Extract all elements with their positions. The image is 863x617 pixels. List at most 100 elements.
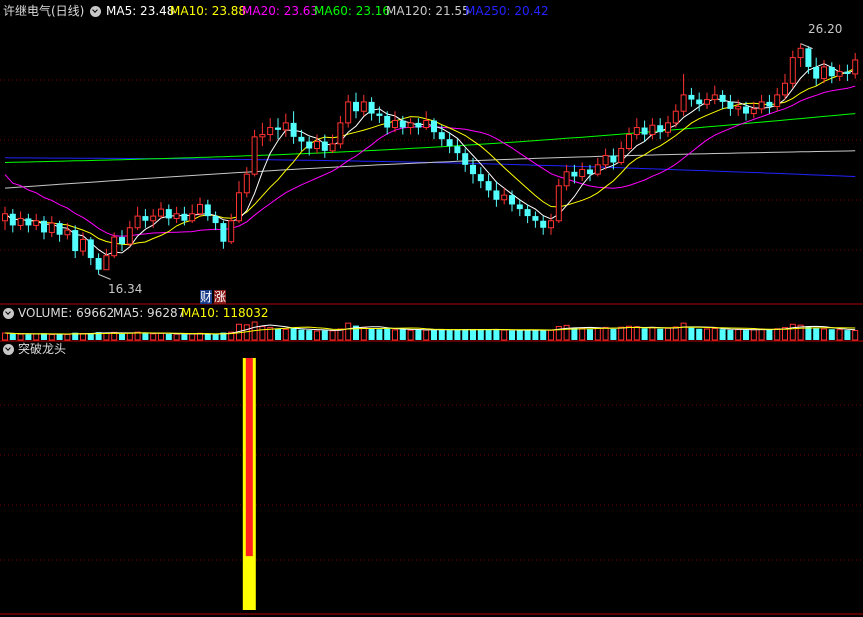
volume-bar	[56, 334, 63, 340]
candle-body	[275, 127, 281, 130]
candle	[399, 115, 406, 135]
volume-bar	[774, 328, 781, 341]
candle	[774, 87, 781, 112]
volume-bar	[392, 329, 398, 341]
volume-bar	[438, 329, 445, 340]
volume-bar	[142, 333, 149, 340]
candle-body	[189, 213, 196, 222]
volume-bar	[563, 324, 570, 341]
candle-body	[165, 209, 172, 219]
volume-bar	[150, 333, 157, 341]
candle-body	[774, 94, 781, 108]
candle	[579, 162, 586, 182]
candle	[446, 132, 453, 154]
candle-body	[665, 122, 671, 133]
candle	[789, 50, 796, 88]
candle-body	[423, 120, 430, 129]
candle	[821, 59, 827, 84]
candle-body	[509, 195, 515, 205]
candle-body	[579, 168, 586, 177]
volume-bar	[376, 329, 383, 340]
volume-bar	[282, 328, 289, 341]
candle	[134, 206, 141, 231]
candle-body	[431, 120, 437, 133]
candle	[532, 211, 539, 228]
candle	[87, 237, 94, 266]
chevron-down-icon[interactable]	[3, 308, 14, 319]
candle-body	[727, 101, 734, 109]
volume-bar	[579, 327, 586, 341]
candle	[165, 204, 172, 226]
candle	[212, 211, 219, 231]
candle-body	[563, 171, 570, 187]
finance-marker[interactable]: 财	[200, 290, 212, 304]
volume-bar	[766, 329, 773, 340]
candle	[657, 118, 664, 140]
volume-bar	[509, 330, 515, 340]
ma5-value: MA5: 23.48	[106, 4, 175, 18]
candle-body	[672, 110, 679, 124]
candle-body	[173, 213, 180, 219]
candle	[594, 157, 601, 177]
candle-body	[259, 134, 266, 138]
candle	[345, 94, 352, 128]
candle-body	[251, 136, 258, 175]
volume-bar	[493, 329, 500, 340]
volume-bar	[446, 330, 453, 340]
candle-body	[797, 47, 804, 59]
candle-body	[243, 173, 250, 194]
volume-bar	[64, 333, 71, 341]
candle	[415, 118, 422, 135]
volume-bar	[610, 328, 617, 340]
ma10-value: MA10: 23.88	[170, 4, 247, 18]
candle	[17, 211, 24, 231]
candle	[48, 216, 55, 238]
candle	[275, 118, 281, 140]
candle	[368, 97, 375, 121]
indicator-title: 突破龙头	[18, 342, 67, 356]
candle-body	[345, 101, 352, 124]
chevron-down-icon[interactable]	[90, 6, 101, 17]
candle-body	[828, 66, 835, 77]
volume-bar	[470, 328, 476, 340]
candle	[501, 188, 508, 205]
candle	[462, 148, 469, 172]
ma-line-ma60	[4, 113, 856, 163]
candle	[189, 204, 196, 224]
candle	[727, 94, 734, 116]
candle-body	[680, 94, 687, 112]
candle-body	[321, 141, 328, 151]
candle	[33, 213, 40, 231]
candle	[750, 101, 757, 119]
candle-body	[150, 215, 157, 222]
volume-bar	[431, 329, 437, 340]
candle	[41, 216, 47, 240]
candle-body	[844, 71, 851, 74]
candle	[766, 94, 773, 114]
high-price-label: 26.20	[808, 22, 843, 36]
chevron-down-icon[interactable]	[3, 344, 14, 355]
candle-body	[743, 106, 749, 114]
volume-bar	[345, 322, 352, 341]
candle	[158, 202, 164, 219]
volume-bar	[641, 328, 648, 340]
volume-bar	[33, 333, 40, 341]
candle-body	[493, 190, 500, 200]
rise-marker[interactable]: 涨	[214, 290, 226, 304]
candle-body	[282, 122, 289, 131]
candle	[548, 213, 554, 235]
candle	[563, 164, 570, 191]
candle-body	[119, 237, 125, 245]
candle-body	[290, 122, 297, 137]
volume-bar	[516, 330, 523, 340]
candle	[618, 141, 625, 165]
candle	[454, 139, 461, 161]
candle	[251, 129, 258, 177]
candle-body	[470, 164, 476, 175]
volume-bar	[813, 328, 820, 340]
candle	[524, 204, 531, 224]
candle-body	[181, 213, 188, 221]
candle	[290, 111, 297, 144]
candle	[836, 64, 843, 81]
volume-bar	[704, 328, 710, 341]
